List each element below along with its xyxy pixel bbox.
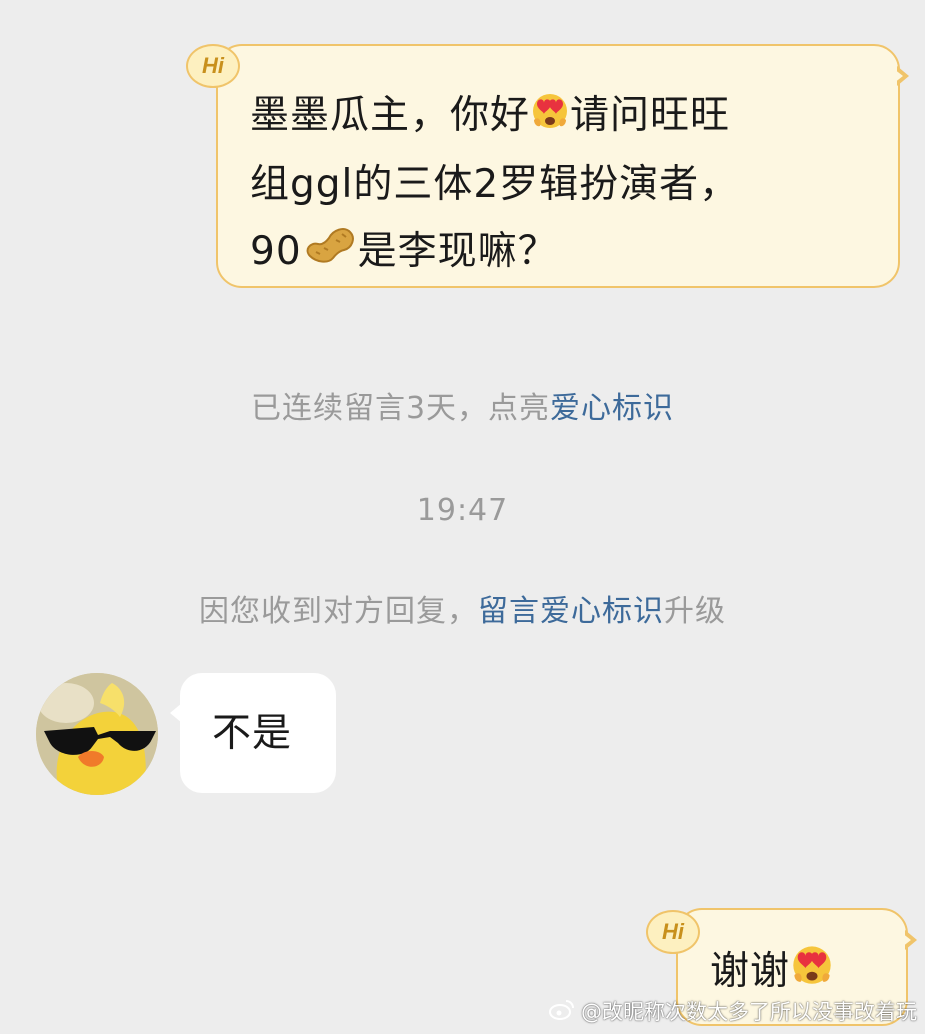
bubble-tail (894, 66, 909, 86)
watermark: @改昵称次数太多了所以没事改着玩 (549, 996, 917, 1026)
message-text: 不是 (212, 711, 293, 756)
message-text: 墨墨瓜主，你好 请问旺旺 组ggl的三体2罗辑扮演者， 90 是李现嘛？ (250, 82, 890, 287)
incoming-message-bubble[interactable]: 不是 (170, 673, 336, 793)
outgoing-message-bubble[interactable]: 墨墨瓜主，你好 请问旺旺 组ggl的三体2罗辑扮演者， 90 是李现嘛？ (216, 44, 909, 288)
bubble-tail (902, 930, 917, 950)
weibo-logo-icon (549, 998, 575, 1025)
timestamp: 19:47 (416, 493, 509, 528)
heart-eyes-emoji (530, 84, 570, 151)
hi-badge-icon: Hi (646, 910, 700, 954)
bubble-tail (170, 703, 182, 723)
heart-badge-link[interactable]: 爱心标识 (550, 391, 674, 426)
heart-badge-upgrade-link[interactable]: 留言爱心标识 (478, 594, 664, 629)
streak-notice: 已连续留言3天，点亮爱心标识 (250, 391, 675, 426)
upgrade-notice: 因您收到对方回复，留言爱心标识升级 (199, 594, 726, 629)
avatar[interactable] (36, 673, 158, 795)
hi-badge-icon: Hi (186, 44, 240, 88)
peanut-emoji (302, 220, 358, 287)
